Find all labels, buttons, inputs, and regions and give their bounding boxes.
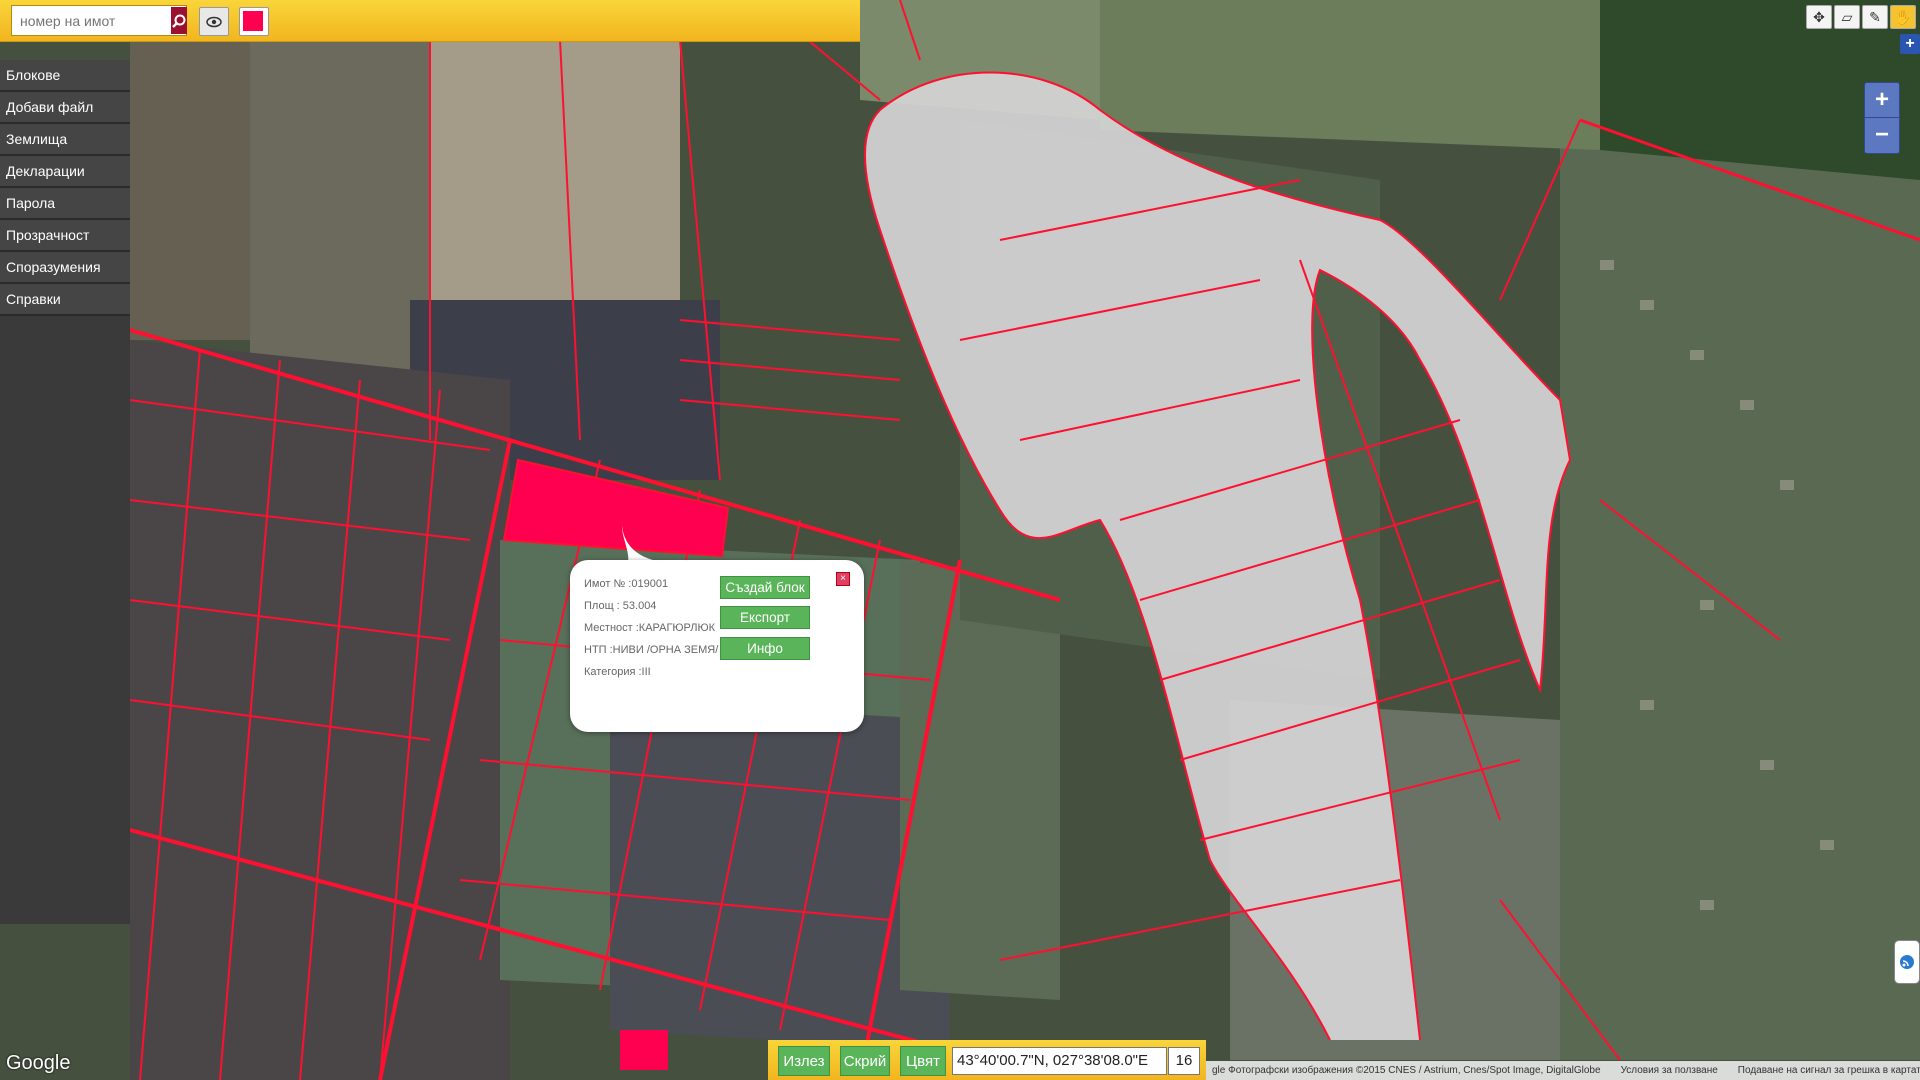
measure-button[interactable]: ✎ (1862, 5, 1888, 29)
imagery-credit: gle Фотографски изображения ©2015 CNES /… (1212, 1065, 1601, 1076)
plus-icon: + (1905, 35, 1915, 52)
ruler-icon: ✎ (1869, 8, 1881, 25)
parcel-info-popup: Имот № :019001 Площ : 53.004 Местност :К… (570, 560, 864, 732)
sidebar-item-declarations[interactable]: Декларации (0, 156, 130, 188)
zoom-control: + − (1864, 82, 1900, 154)
close-button[interactable]: × (836, 572, 850, 586)
visibility-toggle-button[interactable] (199, 7, 229, 36)
parcel-locality: Местност :КАРАГЮРЛЮК (584, 622, 715, 634)
hide-button[interactable]: Скрий (840, 1046, 890, 1076)
terms-link[interactable]: Условия за ползване (1621, 1061, 1718, 1080)
parcel-category: Категория :III (584, 666, 651, 678)
bottom-toolbar: Излез Скрий Цвят 43°40'00.7"N, 027°38'08… (768, 1040, 1206, 1080)
exit-button[interactable]: Излез (778, 1046, 830, 1076)
expand-button[interactable]: + (1900, 34, 1920, 54)
pan-tool-button[interactable]: ✥ (1806, 5, 1832, 29)
parcel-area: Площ : 53.004 (584, 600, 657, 612)
search-input[interactable] (12, 6, 170, 35)
color-button[interactable]: Цвят (900, 1046, 946, 1076)
minus-icon: − (1874, 121, 1889, 148)
sidebar-item-reports[interactable]: Справки (0, 284, 130, 316)
sidebar-item-password[interactable]: Парола (0, 188, 130, 220)
feed-button[interactable] (1894, 940, 1920, 984)
hand-tool-button[interactable]: ✋ (1890, 5, 1916, 29)
plus-icon: + (1874, 86, 1889, 113)
zoom-level-readout: 16 (1168, 1047, 1200, 1075)
parcel-land-use: НТП :НИВИ /ОРНА ЗЕМЯ/ (584, 644, 719, 656)
draw-polygon-button[interactable]: ▱ (1834, 5, 1860, 29)
zoom-out-button[interactable]: − (1865, 118, 1899, 152)
sidebar-item-transparency[interactable]: Прозрачност (0, 220, 130, 252)
rss-icon (1900, 955, 1914, 969)
sidebar-item-blocks[interactable]: Блокове (0, 60, 130, 92)
sidebar-menu: Блокове Добави файл Землища Декларации П… (0, 60, 130, 924)
move-icon: ✥ (1813, 8, 1825, 25)
coordinates-readout: 43°40'00.7"N, 027°38'08.0"E (952, 1047, 1167, 1075)
search-button[interactable] (171, 7, 187, 34)
polygon-icon: ▱ (1841, 8, 1853, 25)
sidebar-item-add-file[interactable]: Добави файл (0, 92, 130, 124)
google-logo: Google (6, 1052, 71, 1074)
satellite-map[interactable] (0, 0, 1920, 1080)
close-icon: × (840, 573, 846, 584)
eye-icon (206, 16, 222, 27)
sidebar-item-lands[interactable]: Землища (0, 124, 130, 156)
hand-icon: ✋ (1894, 8, 1912, 25)
report-error-link[interactable]: Подаване на сигнал за грешка в картата (1738, 1061, 1920, 1080)
create-block-button[interactable]: Създай блок (720, 576, 810, 599)
map-attribution: gle Фотографски изображения ©2015 CNES /… (1206, 1061, 1920, 1080)
zoom-in-button[interactable]: + (1865, 83, 1899, 118)
color-swatch (243, 11, 263, 31)
search-box (11, 5, 187, 36)
top-toolbar (0, 0, 860, 42)
color-picker-button[interactable] (239, 7, 269, 36)
search-icon (172, 14, 186, 28)
info-button[interactable]: Инфо (720, 637, 810, 660)
parcel-number: Имот № :019001 (584, 578, 669, 590)
sidebar-item-agreements[interactable]: Споразумения (0, 252, 130, 284)
export-button[interactable]: Експорт (720, 606, 810, 629)
